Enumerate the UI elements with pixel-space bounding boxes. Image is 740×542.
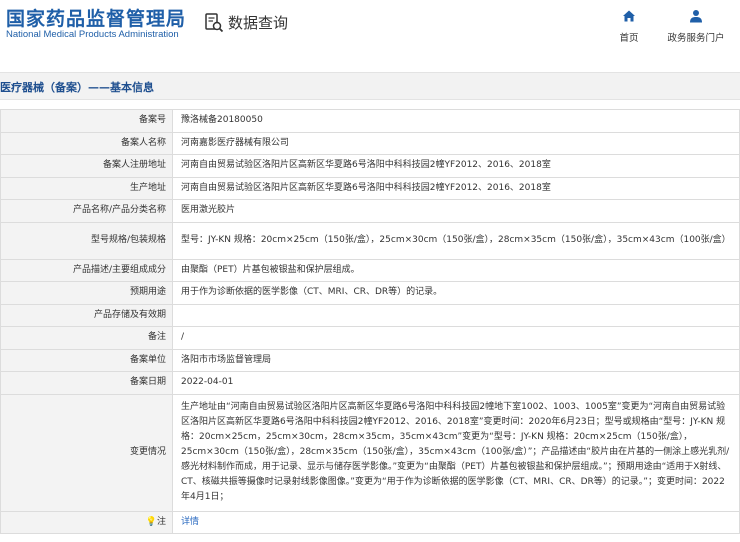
section-header: 医疗器械（备案）——基本信息 bbox=[0, 72, 740, 100]
field-value: 河南嘉影医疗器械有限公司 bbox=[172, 131, 740, 155]
field-value: 2022-04-01 bbox=[172, 371, 740, 395]
table-row: 备案单位 洛阳市市场监督管理局 bbox=[0, 348, 740, 372]
field-label: 备案单位 bbox=[0, 348, 173, 372]
table-row: 产品名称/产品分类名称 医用激光胶片 bbox=[0, 199, 740, 223]
table-row: 变更情况 生产地址由“河南自由贸易试验区洛阳片区高新区华夏路6号洛阳中科科技园2… bbox=[0, 393, 740, 512]
table-row: 备案人名称 河南嘉影医疗器械有限公司 bbox=[0, 131, 740, 155]
nav-home-label: 首页 bbox=[619, 33, 639, 44]
nav-services-portal[interactable]: 政务服务门户 bbox=[664, 8, 728, 44]
field-label: 备案人注册地址 bbox=[0, 154, 173, 178]
field-label: 产品名称/产品分类名称 bbox=[0, 199, 173, 223]
field-label: 备注 bbox=[0, 326, 173, 350]
site-logo-cn[interactable]: 国家药品监督管理局 bbox=[6, 4, 186, 31]
section-title: 医疗器械（备案）——基本信息 bbox=[0, 81, 154, 94]
field-value: 由聚酯（PET）片基包被银盐和保护层组成。 bbox=[172, 258, 740, 282]
nav-home[interactable]: 首页 bbox=[610, 8, 648, 44]
field-label: 预期用途 bbox=[0, 281, 173, 305]
field-label: 备案人名称 bbox=[0, 131, 173, 155]
table-row: 型号规格/包装规格 型号：JY-KN 规格：20cm×25cm（150张/盒），… bbox=[0, 221, 740, 260]
field-value: / bbox=[172, 326, 740, 350]
record-detail-table: 备案号 豫洛械备20180050 备案人名称 河南嘉影医疗器械有限公司 备案人注… bbox=[0, 109, 740, 534]
field-label: 产品存储及有效期 bbox=[0, 303, 173, 327]
note-value-cell: 详情 bbox=[172, 510, 740, 534]
user-icon bbox=[690, 10, 702, 23]
field-value: 河南自由贸易试验区洛阳片区高新区华夏路6号洛阳中科科技园2幢YF2012、201… bbox=[172, 154, 740, 178]
table-row: 备案号 豫洛械备20180050 bbox=[0, 109, 740, 133]
table-row: 备案日期 2022-04-01 bbox=[0, 371, 740, 395]
table-row: 产品存储及有效期 bbox=[0, 303, 740, 327]
data-query-heading: 数据查询 bbox=[204, 12, 288, 33]
field-value: 医用激光胶片 bbox=[172, 199, 740, 223]
field-label: 生产地址 bbox=[0, 176, 173, 200]
field-value: 豫洛械备20180050 bbox=[172, 109, 740, 133]
field-label: 变更情况 bbox=[0, 393, 173, 512]
table-row: 备注 / bbox=[0, 326, 740, 350]
table-row: 备案人注册地址 河南自由贸易试验区洛阳片区高新区华夏路6号洛阳中科科技园2幢YF… bbox=[0, 154, 740, 178]
query-title: 数据查询 bbox=[228, 14, 289, 32]
field-value: 用于作为诊断依据的医学影像（CT、MRI、CR、DR等）的记录。 bbox=[172, 281, 740, 305]
site-header: 国家药品监督管理局 National Medical Products Admi… bbox=[0, 0, 740, 48]
home-icon bbox=[623, 10, 635, 22]
nav-services-label: 政务服务门户 bbox=[667, 33, 725, 44]
lightbulb-icon: 💡 bbox=[145, 516, 157, 527]
field-value bbox=[172, 303, 740, 327]
field-label: 产品描述/主要组成成分 bbox=[0, 258, 173, 282]
table-row: 生产地址 河南自由贸易试验区洛阳片区高新区华夏路6号洛阳中科科技园2幢YF201… bbox=[0, 176, 740, 200]
site-logo-en[interactable]: National Medical Products Administration bbox=[6, 29, 179, 40]
table-row: 产品描述/主要组成成分 由聚酯（PET）片基包被银盐和保护层组成。 bbox=[0, 258, 740, 282]
field-value: 洛阳市市场监督管理局 bbox=[172, 348, 740, 372]
table-row: 💡注 详情 bbox=[0, 510, 740, 534]
table-row: 预期用途 用于作为诊断依据的医学影像（CT、MRI、CR、DR等）的记录。 bbox=[0, 281, 740, 305]
note-label: 注 bbox=[156, 516, 166, 527]
field-value: 生产地址由“河南自由贸易试验区洛阳片区高新区华夏路6号洛阳中科科技园2幢地下室1… bbox=[172, 393, 740, 512]
field-value: 河南自由贸易试验区洛阳片区高新区华夏路6号洛阳中科科技园2幢YF2012、201… bbox=[172, 176, 740, 200]
document-search-icon bbox=[205, 12, 224, 32]
field-label: 备案日期 bbox=[0, 371, 173, 395]
field-value: 型号：JY-KN 规格：20cm×25cm（150张/盒），25cm×30cm（… bbox=[172, 221, 740, 260]
note-label-cell: 💡注 bbox=[0, 510, 173, 534]
field-label: 备案号 bbox=[0, 109, 173, 133]
details-link[interactable]: 详情 bbox=[181, 517, 199, 527]
field-label: 型号规格/包装规格 bbox=[0, 221, 173, 260]
